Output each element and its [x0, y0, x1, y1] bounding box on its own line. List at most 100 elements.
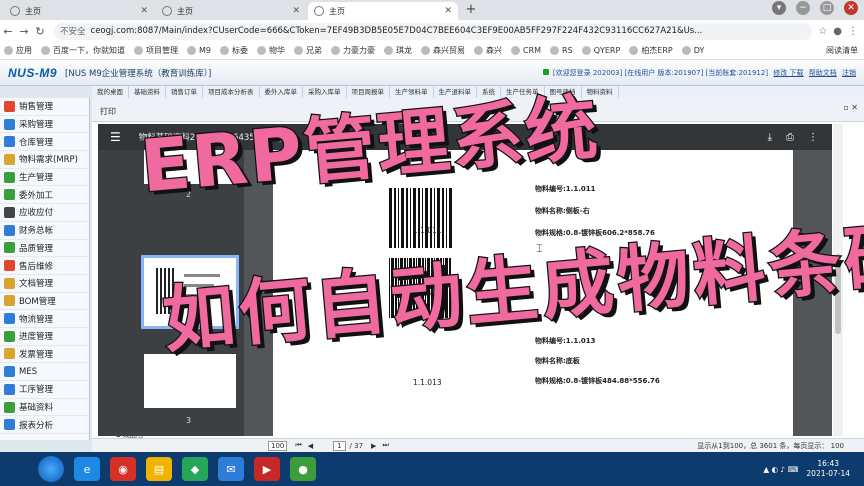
app-title: [NUS M9企业管理系统（教育训练库）]: [65, 68, 212, 79]
last-page-icon[interactable]: ⏭: [382, 441, 388, 450]
download-icon[interactable]: ⤓: [768, 132, 772, 143]
bookmark-item[interactable]: 力豪力豪: [331, 45, 375, 56]
close-window-icon[interactable]: ✕: [844, 1, 858, 15]
sidebar-item[interactable]: 销售管理: [0, 98, 89, 116]
close-tab-icon[interactable]: ✕: [292, 6, 300, 16]
reload-icon[interactable]: ↻: [32, 25, 48, 38]
sidebar-item-label: 委外加工: [19, 190, 54, 201]
browser-tab-3[interactable]: 主页 ✕: [308, 2, 458, 20]
sidebar-item-label: 物料需求(MRP): [19, 155, 78, 166]
forward-icon[interactable]: →: [16, 25, 32, 38]
profile-icon[interactable]: ●: [833, 26, 842, 37]
bookmark-item[interactable]: 应用: [4, 45, 32, 56]
taskbar-app-icon[interactable]: ◆: [182, 457, 208, 481]
bookmark-icon: [257, 46, 266, 55]
sidebar-item-label: MES: [19, 366, 38, 377]
bookmark-icon: [134, 46, 143, 55]
modify-download-link[interactable]: 修改 下载: [773, 69, 803, 77]
clock[interactable]: 16:43 2021-07-14: [806, 459, 850, 479]
more-menu-icon[interactable]: ⋮: [848, 26, 858, 37]
sidebar-item[interactable]: 物料需求(MRP): [0, 151, 89, 169]
bookmark-item[interactable]: DY: [681, 46, 704, 55]
prev-page-icon[interactable]: ◀: [308, 442, 313, 450]
module-icon: [4, 366, 15, 378]
back-icon[interactable]: ←: [0, 25, 16, 38]
new-tab-button[interactable]: +: [462, 2, 480, 18]
window-controls[interactable]: ▫ ✕: [843, 103, 858, 112]
minimize-icon[interactable]: −: [796, 1, 810, 15]
module-tab[interactable]: 销售订单: [166, 86, 203, 98]
bookmark-item[interactable]: 琪龙: [384, 45, 412, 56]
taskbar-app-icon[interactable]: ▶: [254, 457, 280, 481]
hamburger-menu-icon[interactable]: ☰: [110, 130, 121, 144]
help-link[interactable]: 帮助文档: [809, 69, 837, 77]
url-field[interactable]: 不安全 ceogj.com:8087/Main/index?CUserCode=…: [54, 22, 813, 40]
sidebar-item[interactable]: 应收应付: [0, 204, 89, 222]
sidebar-item[interactable]: 文档管理: [0, 275, 89, 293]
taskbar-app-icon[interactable]: e: [74, 457, 100, 481]
print-icon[interactable]: ⎙: [786, 132, 794, 143]
bookmark-item[interactable]: 物华: [257, 45, 285, 56]
bookmark-label: 百度一下，你就知道: [53, 46, 125, 55]
page-size-right[interactable]: 100: [831, 442, 844, 450]
bookmark-item[interactable]: M9: [187, 46, 211, 55]
tab-search-icon[interactable]: ▾: [772, 1, 786, 15]
barcode-number: 1.1.013: [413, 378, 442, 387]
taskbar-app-icon[interactable]: ◉: [110, 457, 136, 481]
sidebar-item[interactable]: 发票管理: [0, 346, 89, 364]
start-button[interactable]: [38, 456, 64, 482]
sidebar-item[interactable]: 基础资料: [0, 399, 89, 417]
module-tab[interactable]: 基础资料: [129, 86, 166, 98]
taskbar-app-icon[interactable]: ●: [290, 457, 316, 481]
tray-icons[interactable]: ▲ ◐ ♪ ⌨: [763, 465, 798, 474]
sidebar-item[interactable]: 仓库管理: [0, 133, 89, 152]
bookmark-item[interactable]: 柏杰ERP: [629, 45, 673, 56]
module-tab[interactable]: 我的桌面: [92, 86, 129, 98]
insecure-label[interactable]: 不安全: [60, 25, 86, 37]
taskbar-app-icon[interactable]: ✉: [218, 457, 244, 481]
bookmark-item[interactable]: 百度一下，你就知道: [41, 45, 125, 56]
sidebar-item[interactable]: 物流管理: [0, 310, 89, 328]
sidebar-item[interactable]: 生产管理: [0, 169, 89, 187]
first-page-icon[interactable]: ⏮: [295, 441, 301, 450]
bookmark-item[interactable]: QYERP: [581, 46, 620, 55]
browser-tab-label: 主页: [25, 6, 41, 16]
sidebar-item[interactable]: 报表分析: [0, 416, 89, 435]
bookmark-item[interactable]: RS: [550, 46, 573, 55]
sidebar-item[interactable]: BOM管理: [0, 293, 89, 311]
sidebar-item[interactable]: 售后维修: [0, 257, 89, 275]
module-icon: [4, 260, 15, 272]
bookmark-star-icon[interactable]: ☆: [818, 26, 827, 37]
more-icon[interactable]: ⋮: [808, 132, 818, 143]
record-info: 显示从1到100，总 3601 条，每页显示： 100: [697, 441, 844, 451]
sidebar-item[interactable]: 委外加工: [0, 186, 89, 205]
browser-tab-1[interactable]: 主页 ✕: [4, 2, 154, 20]
page-size-select[interactable]: 100: [268, 440, 288, 451]
sidebar-item[interactable]: 品质管理: [0, 240, 89, 258]
sidebar-item[interactable]: 采购管理: [0, 116, 89, 134]
module-tab[interactable]: 项目成本分析表: [203, 86, 260, 98]
bookmark-item[interactable]: 兄弟: [294, 45, 322, 56]
close-tab-icon[interactable]: ✕: [140, 6, 148, 16]
sidebar-item[interactable]: 工序管理: [0, 381, 89, 399]
maximize-icon[interactable]: □: [820, 1, 834, 15]
taskbar-app-icon[interactable]: ▤: [146, 457, 172, 481]
bookmark-item[interactable]: CRM: [511, 46, 541, 55]
clock-time: 16:43: [817, 459, 840, 468]
bookmark-label: 柏杰ERP: [641, 46, 673, 55]
bookmark-item[interactable]: 森兴贸易: [421, 45, 465, 56]
bookmark-item[interactable]: 森兴: [474, 45, 502, 56]
bookmark-item[interactable]: 项目管理: [134, 45, 178, 56]
bookmark-item[interactable]: 标委: [220, 45, 248, 56]
sidebar-item[interactable]: 财务总帐: [0, 222, 89, 240]
next-page-icon[interactable]: ▶: [371, 442, 376, 450]
logout-link[interactable]: 注销: [842, 69, 856, 77]
sidebar-item[interactable]: 进度管理: [0, 328, 89, 346]
globe-icon: [10, 6, 20, 16]
close-tab-icon[interactable]: ✕: [444, 6, 452, 16]
reading-list[interactable]: 阅读清单: [826, 45, 858, 56]
sidebar-item[interactable]: MES: [0, 363, 89, 381]
browser-tab-2[interactable]: 主页 ✕: [156, 2, 306, 20]
page-input[interactable]: 1: [333, 440, 346, 451]
bookmarks-bar: 应用 百度一下，你就知道 项目管理 M9 标委 物华 兄弟 力豪力豪 琪龙 森兴贸易 森兴 CRM RS…: [0, 42, 864, 60]
